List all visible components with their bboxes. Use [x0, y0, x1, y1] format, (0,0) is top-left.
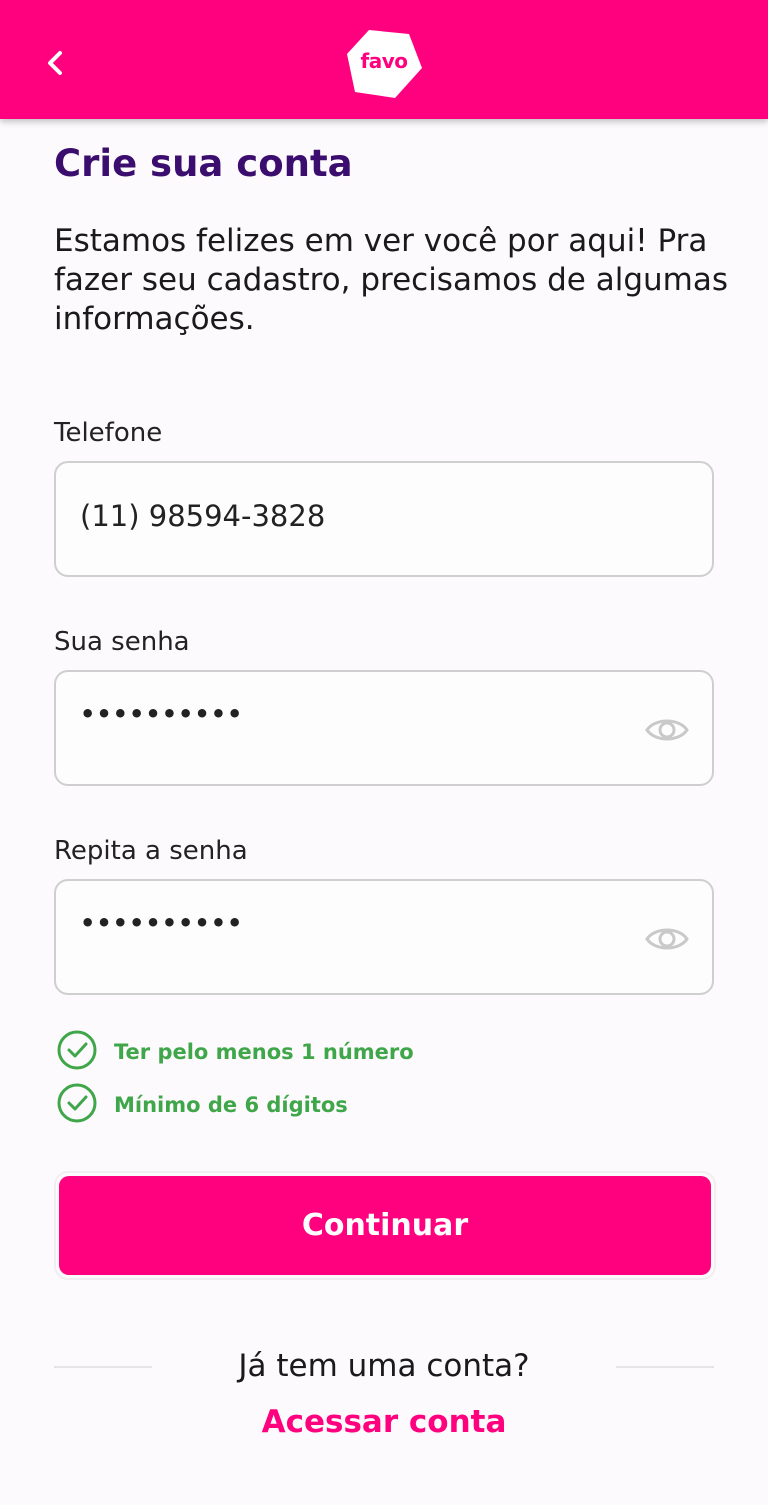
repeat-password-field[interactable]: ••••••••••	[54, 879, 714, 995]
logo-text: favo	[360, 49, 408, 73]
repeat-password-label: Repita a senha	[54, 836, 248, 866]
eye-icon[interactable]	[644, 710, 690, 750]
app-header: favo	[0, 0, 768, 119]
phone-value: (11) 98594-3828	[80, 499, 326, 533]
password-field[interactable]: ••••••••••	[54, 670, 714, 786]
access-account-link[interactable]: Acessar conta	[0, 1404, 768, 1440]
rule-text: Ter pelo menos 1 número	[114, 1040, 414, 1064]
continue-button[interactable]: Continuar	[54, 1171, 716, 1280]
rule-min-number: Ter pelo menos 1 número	[56, 1029, 414, 1075]
rule-min-digits: Mínimo de 6 dígitos	[56, 1082, 348, 1128]
phone-label: Telefone	[54, 418, 163, 448]
continue-label: Continuar	[59, 1176, 711, 1275]
password-value: ••••••••••	[80, 700, 244, 728]
back-button[interactable]	[30, 40, 80, 90]
check-circle-icon	[56, 1082, 98, 1128]
favo-logo: favo	[345, 28, 423, 100]
eye-icon[interactable]	[644, 919, 690, 959]
check-circle-icon	[56, 1029, 98, 1075]
repeat-password-value: ••••••••••	[80, 909, 244, 937]
chevron-left-icon	[44, 48, 66, 82]
intro-text: Estamos felizes em ver você por aqui! Pr…	[54, 223, 729, 337]
password-label: Sua senha	[54, 627, 190, 657]
phone-field[interactable]: (11) 98594-3828	[54, 461, 714, 577]
already-have-account-text: Já tem uma conta?	[238, 1348, 530, 1384]
rule-text: Mínimo de 6 dígitos	[114, 1093, 348, 1117]
page-title: Crie sua conta	[54, 142, 353, 185]
